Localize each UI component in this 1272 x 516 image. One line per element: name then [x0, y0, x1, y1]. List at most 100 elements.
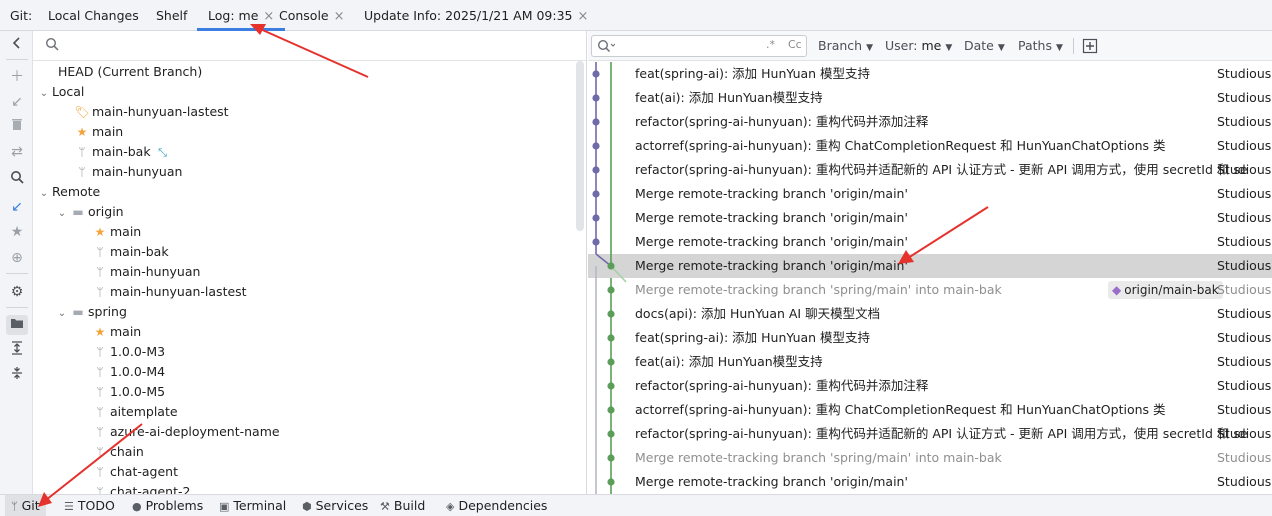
tree-item-remote-branch[interactable]: ᛘ 1.0.0-M3 [92, 342, 165, 362]
commit-node[interactable] [607, 454, 615, 462]
commit-row[interactable]: actorref(spring-ai-hunyuan): 重构 ChatComp… [588, 134, 1272, 158]
commit-node[interactable] [607, 286, 615, 294]
tab-update-info[interactable]: Update Info: 2025/1/21 AM 09:35 × [364, 0, 588, 31]
tree-item-remote-branch[interactable]: ᛘ main-bak [92, 242, 168, 262]
commit-row[interactable]: refactor(spring-ai-hunyuan): 重构代码并适配新的 A… [588, 422, 1272, 446]
commit-row[interactable]: Merge remote-tracking branch 'origin/mai… [588, 230, 1272, 254]
branch-ref-label[interactable]: ◆ origin/main-bak [1108, 281, 1223, 299]
tree-item-remote-branch[interactable]: ᛘ aitemplate [92, 402, 177, 422]
bottom-tab-terminal[interactable]: ▣ Terminal [219, 495, 286, 516]
close-icon[interactable]: × [263, 9, 274, 24]
bottom-tab-todo[interactable]: ☰ TODO [64, 495, 115, 516]
commit-row[interactable]: Merge remote-tracking branch 'origin/mai… [588, 206, 1272, 230]
commit-node[interactable] [607, 478, 615, 486]
commit-node[interactable] [607, 334, 615, 342]
plus-icon[interactable]: ＋ [6, 67, 28, 87]
commit-row[interactable]: Merge remote-tracking branch 'origin/mai… [588, 254, 1272, 278]
chevron-left-icon[interactable] [6, 35, 28, 55]
commit-row[interactable]: actorref(spring-ai-hunyuan): 重构 ChatComp… [588, 398, 1272, 422]
bottom-tab-dependencies[interactable]: ◈ Dependencies [446, 495, 547, 516]
tree-item-local-branch[interactable]: 🏷 main-hunyuan-lastest [74, 102, 228, 122]
tree-item-remote-branch[interactable]: ᛘ 1.0.0-M5 [92, 382, 165, 402]
tree-item-remote-branch[interactable]: ᛘ azure-ai-deployment-name [92, 422, 279, 442]
commit-node[interactable] [607, 382, 615, 390]
tree-remote-origin[interactable]: ⌄ ▬ origin [54, 202, 124, 222]
bottom-tab-git[interactable]: ᛘ Git [5, 495, 46, 516]
log-search-input[interactable]: .* Cc [591, 35, 807, 57]
commit-row[interactable]: refactor(spring-ai-hunyuan): 重构代码并适配新的 A… [588, 158, 1272, 182]
chevron-down-icon[interactable]: ⌄ [54, 204, 70, 224]
update-icon[interactable]: ↙ [6, 92, 28, 112]
delete-icon[interactable] [6, 117, 28, 137]
chevron-down-icon[interactable]: ⌄ [36, 184, 52, 204]
tab-shelf[interactable]: Shelf [156, 0, 187, 31]
fetch-icon[interactable]: ↙ [6, 197, 28, 217]
commit-node[interactable] [592, 238, 600, 246]
tree-item-local-branch[interactable]: ᛘ main-bak ⤡ [74, 142, 173, 162]
commit-node[interactable] [592, 118, 600, 126]
commit-row[interactable]: refactor(spring-ai-hunyuan): 重构代码并添加注释 St… [588, 110, 1272, 134]
tab-console[interactable]: Console × [279, 0, 345, 31]
commit-row[interactable]: feat(ai): 添加 HunYuan模型支持 Studious [588, 86, 1272, 110]
bottom-tab-problems[interactable]: ● Problems [132, 495, 203, 516]
commit-node[interactable] [592, 70, 600, 78]
tree-item-local-branch[interactable]: ᛘ main-hunyuan [74, 162, 182, 182]
target-icon[interactable]: ⊕ [6, 248, 28, 268]
search-icon[interactable] [6, 170, 28, 190]
tab-log-me[interactable]: Log: me × [197, 0, 286, 31]
tree-item-remote-branch[interactable]: ★ main [92, 322, 142, 342]
branch-filter[interactable]: Branch ▼ [818, 31, 873, 61]
commit-node[interactable] [607, 406, 615, 414]
star-icon[interactable]: ★ [6, 222, 28, 242]
group-by-directory-icon[interactable] [6, 315, 28, 335]
tree-item-remote-branch[interactable]: ᛘ chat-agent [92, 462, 178, 482]
commit-node[interactable] [607, 430, 615, 438]
commit-row[interactable]: Merge remote-tracking branch 'spring/mai… [588, 278, 1272, 302]
chevron-down-icon[interactable]: ⌄ [54, 304, 70, 324]
user-filter[interactable]: User: me ▼ [885, 31, 952, 61]
tree-item-remote-branch[interactable]: ᛘ chain [92, 442, 143, 462]
commit-row[interactable]: feat(ai): 添加 HunYuan模型支持 Studious [588, 350, 1272, 374]
tree-item-remote-branch[interactable]: ᛘ main-hunyuan-lastest [92, 282, 246, 302]
commit-row[interactable]: Merge remote-tracking branch 'spring/mai… [588, 446, 1272, 470]
commit-row[interactable]: feat(spring-ai): 添加 HunYuan 模型支持 Studious [588, 62, 1272, 86]
tree-group-local[interactable]: ⌄ Local [36, 82, 85, 104]
commit-node[interactable] [607, 358, 615, 366]
gear-icon[interactable]: ⚙ [6, 282, 28, 302]
match-case-toggle[interactable]: Cc [788, 38, 802, 51]
regex-toggle[interactable]: .* [766, 38, 775, 51]
compare-icon[interactable]: ⇄ [6, 142, 28, 162]
commit-node[interactable] [592, 214, 600, 222]
branch-tree-scrollbar[interactable] [576, 61, 584, 231]
bottom-tab-services[interactable]: ⬢ Services [302, 495, 368, 516]
commit-node[interactable] [592, 142, 600, 150]
tree-item-remote-branch[interactable]: ᛘ 1.0.0-M4 [92, 362, 165, 382]
tree-item-remote-branch[interactable]: ᛘ chat-agent-2 [92, 482, 190, 494]
commit-node[interactable] [592, 190, 600, 198]
collapse-all-icon[interactable] [6, 366, 28, 386]
close-icon[interactable]: × [334, 9, 345, 24]
tree-group-remote[interactable]: ⌄ Remote [36, 182, 100, 202]
commit-row[interactable]: docs(api): 添加 HunYuan AI 聊天模型文档 Studious [588, 302, 1272, 326]
tree-item-remote-branch[interactable]: ᛘ main-hunyuan [92, 262, 200, 282]
commit-row[interactable]: refactor(spring-ai-hunyuan): 重构代码并添加注释 St… [588, 374, 1272, 398]
date-filter[interactable]: Date ▼ [964, 31, 1005, 61]
tree-item-local-branch[interactable]: ★ main [74, 122, 124, 142]
commit-node[interactable] [592, 94, 600, 102]
close-icon[interactable]: × [577, 9, 588, 24]
paths-filter[interactable]: Paths ▼ [1018, 31, 1063, 61]
branch-search-field[interactable] [33, 31, 586, 61]
bottom-tab-build[interactable]: ⚒ Build [380, 495, 425, 516]
tree-head-current-branch[interactable]: HEAD (Current Branch) [58, 62, 202, 82]
tree-remote-spring[interactable]: ⌄ ▬ spring [54, 302, 127, 322]
commit-row[interactable]: Merge remote-tracking branch 'origin/mai… [588, 470, 1272, 494]
commit-node[interactable] [592, 166, 600, 174]
commit-node[interactable] [607, 310, 615, 318]
commit-node[interactable] [607, 262, 615, 270]
tab-local-changes[interactable]: Local Changes [48, 0, 139, 31]
commit-row[interactable]: Merge remote-tracking branch 'origin/mai… [588, 182, 1272, 206]
expand-all-icon[interactable] [6, 341, 28, 361]
chevron-down-icon[interactable]: ⌄ [36, 84, 52, 104]
tree-item-remote-branch[interactable]: ★ main [92, 222, 142, 242]
new-tab-icon[interactable] [1082, 38, 1098, 57]
